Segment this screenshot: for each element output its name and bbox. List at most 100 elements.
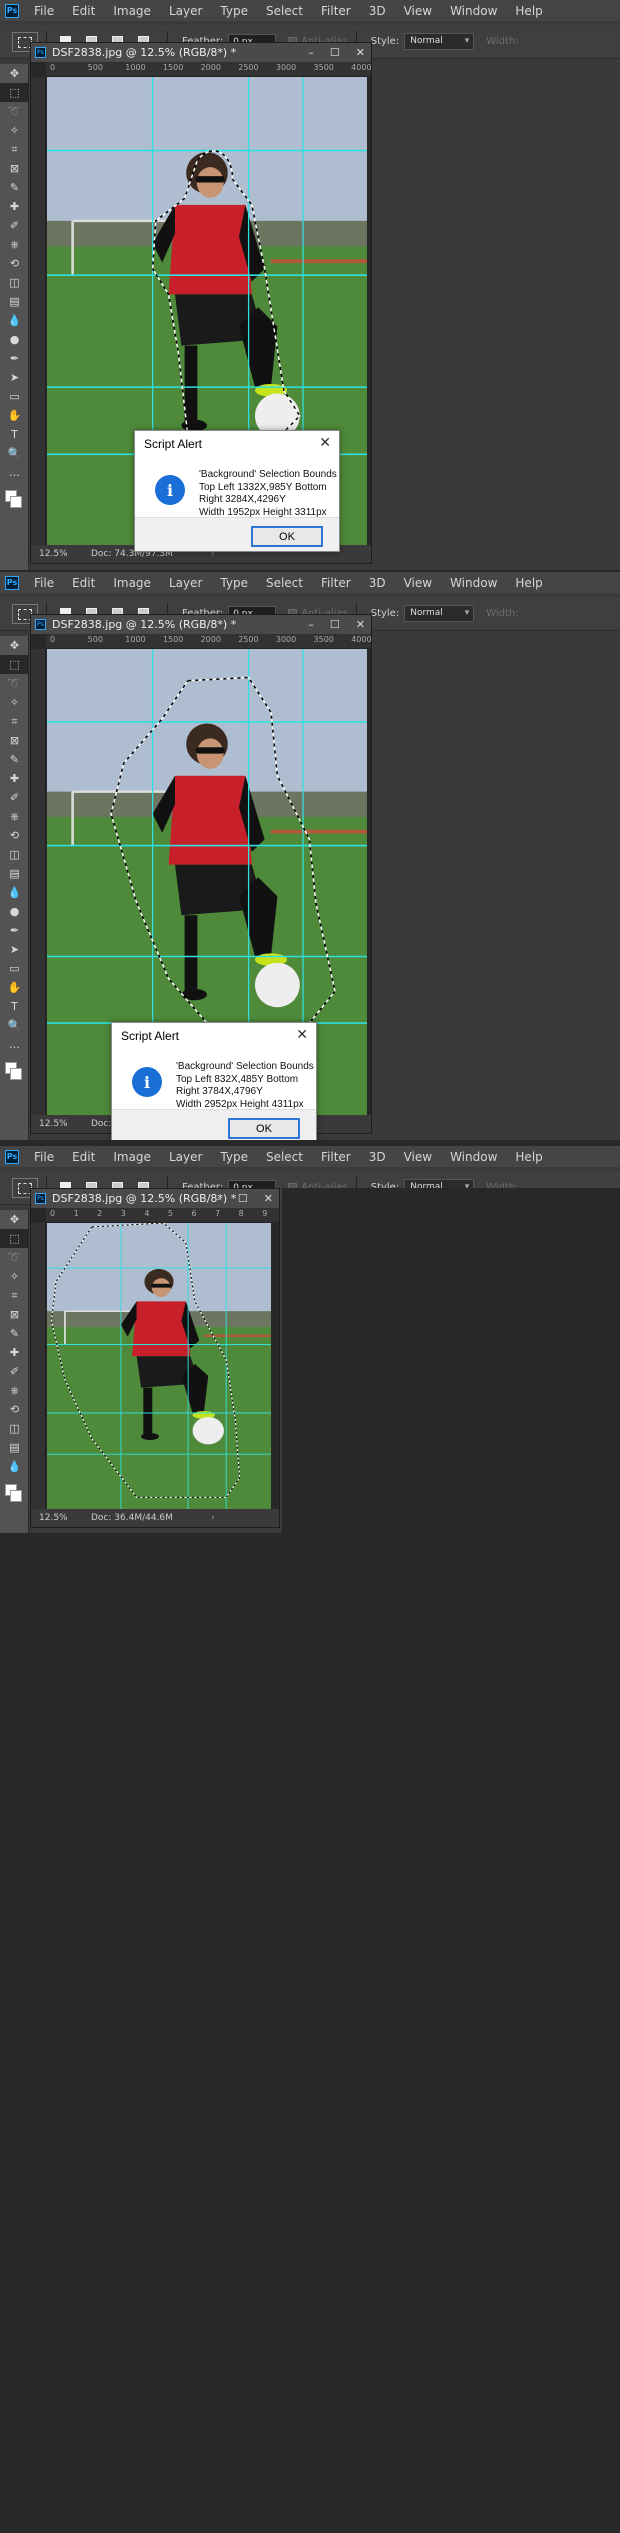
dodge-icon[interactable]: ● <box>0 330 29 349</box>
close-icon[interactable]: ✕ <box>319 434 331 451</box>
menu-edit[interactable]: Edit <box>63 1150 104 1164</box>
vertical-ruler[interactable] <box>31 1223 46 1511</box>
crop-icon[interactable]: ⌗ <box>0 1286 29 1305</box>
style-select[interactable]: Normal <box>404 605 475 622</box>
zoom-level[interactable]: 12.5% <box>31 1119 91 1129</box>
maximize-icon[interactable]: ☐ <box>330 618 340 631</box>
hand-icon[interactable]: ✋ <box>0 978 29 997</box>
path-select-icon[interactable]: ➤ <box>0 940 29 959</box>
minimize-icon[interactable]: – <box>308 618 314 631</box>
menu-3d[interactable]: 3D <box>360 576 395 590</box>
type-icon[interactable]: T <box>0 997 29 1016</box>
menu-type[interactable]: Type <box>211 1150 257 1164</box>
eyedropper-icon[interactable]: ✎ <box>0 1324 29 1343</box>
marquee-icon[interactable]: ⬚ <box>0 1229 29 1248</box>
zoom-level[interactable]: 12.5% <box>31 549 91 559</box>
menu-view[interactable]: View <box>395 576 441 590</box>
menu-image[interactable]: Image <box>104 4 160 18</box>
pen-icon[interactable]: ✒ <box>0 349 29 368</box>
zoom-icon[interactable]: 🔍 <box>0 444 29 463</box>
lasso-icon[interactable]: ➰ <box>0 674 29 693</box>
blur-icon[interactable]: 💧 <box>0 1457 29 1476</box>
menu-type[interactable]: Type <box>211 576 257 590</box>
shape-icon[interactable]: ▭ <box>0 959 29 978</box>
brush-icon[interactable]: ✐ <box>0 788 29 807</box>
crop-icon[interactable]: ⌗ <box>0 712 29 731</box>
menu-layer[interactable]: Layer <box>160 4 211 18</box>
lasso-icon[interactable]: ➰ <box>0 1248 29 1267</box>
horizontal-ruler[interactable]: 0 500 1000 1500 2000 2500 3000 3500 4000 <box>46 634 372 649</box>
healing-icon[interactable]: ✚ <box>0 769 29 788</box>
document-tab[interactable]: Ps DSF2838.jpg @ 12.5% (RGB/8*) * – ☐ ✕ <box>31 43 371 62</box>
zoom-icon[interactable]: 🔍 <box>0 1016 29 1035</box>
background-color-swatch[interactable] <box>10 496 22 508</box>
menu-view[interactable]: View <box>395 4 441 18</box>
menu-help[interactable]: Help <box>506 576 551 590</box>
document-tab[interactable]: Ps DSF2838.jpg @ 12.5% (RGB/8*) * – ☐ ✕ <box>31 615 371 634</box>
status-menu-chevron-icon[interactable]: › <box>211 1513 215 1523</box>
ok-button[interactable]: OK <box>228 1118 300 1139</box>
more-tools-icon[interactable]: … <box>0 1035 29 1054</box>
menu-window[interactable]: Window <box>441 4 506 18</box>
eraser-icon[interactable]: ◫ <box>0 273 29 292</box>
gradient-icon[interactable]: ▤ <box>0 864 29 883</box>
lasso-icon[interactable]: ➰ <box>0 102 29 121</box>
menu-help[interactable]: Help <box>506 1150 551 1164</box>
healing-icon[interactable]: ✚ <box>0 197 29 216</box>
menu-select[interactable]: Select <box>257 4 312 18</box>
more-tools-icon[interactable]: … <box>0 463 29 482</box>
brush-icon[interactable]: ✐ <box>0 1362 29 1381</box>
zoom-level[interactable]: 12.5% <box>31 1513 91 1523</box>
menu-layer[interactable]: Layer <box>160 1150 211 1164</box>
maximize-icon[interactable]: ☐ <box>238 1192 248 1205</box>
stamp-icon[interactable]: ⎈ <box>0 235 29 254</box>
magic-wand-icon[interactable]: ✧ <box>0 1267 29 1286</box>
photo-canvas[interactable] <box>47 1223 271 1511</box>
menu-window[interactable]: Window <box>441 576 506 590</box>
menu-select[interactable]: Select <box>257 1150 312 1164</box>
menu-edit[interactable]: Edit <box>63 4 104 18</box>
ok-button[interactable]: OK <box>251 526 323 547</box>
menu-image[interactable]: Image <box>104 1150 160 1164</box>
stamp-icon[interactable]: ⎈ <box>0 1381 29 1400</box>
crop-icon[interactable]: ⌗ <box>0 140 29 159</box>
history-brush-icon[interactable]: ⟲ <box>0 826 29 845</box>
vertical-ruler[interactable] <box>31 77 46 547</box>
healing-icon[interactable]: ✚ <box>0 1343 29 1362</box>
menu-filter[interactable]: Filter <box>312 576 360 590</box>
pen-icon[interactable]: ✒ <box>0 921 29 940</box>
menu-help[interactable]: Help <box>506 4 551 18</box>
background-color-swatch[interactable] <box>10 1068 22 1080</box>
vertical-ruler[interactable] <box>31 649 46 1117</box>
menu-type[interactable]: Type <box>211 4 257 18</box>
marquee-icon[interactable]: ⬚ <box>0 655 29 674</box>
menu-3d[interactable]: 3D <box>360 1150 395 1164</box>
eyedropper-icon[interactable]: ✎ <box>0 178 29 197</box>
close-icon[interactable]: ✕ <box>356 46 365 59</box>
document-tab[interactable]: Ps DSF2838.jpg @ 12.5% (RGB/8*) * – ☐ ✕ <box>31 1189 279 1208</box>
magic-wand-icon[interactable]: ✧ <box>0 693 29 712</box>
menu-3d[interactable]: 3D <box>360 4 395 18</box>
marquee-icon[interactable]: ⬚ <box>0 83 29 102</box>
move-icon[interactable]: ✥ <box>0 636 29 655</box>
menu-file[interactable]: File <box>25 4 63 18</box>
menu-edit[interactable]: Edit <box>63 576 104 590</box>
minimize-icon[interactable]: – <box>216 1192 222 1205</box>
stamp-icon[interactable]: ⎈ <box>0 807 29 826</box>
path-select-icon[interactable]: ➤ <box>0 368 29 387</box>
frame-icon[interactable]: ⊠ <box>0 159 29 178</box>
shape-icon[interactable]: ▭ <box>0 387 29 406</box>
dodge-icon[interactable]: ● <box>0 902 29 921</box>
history-brush-icon[interactable]: ⟲ <box>0 254 29 273</box>
move-icon[interactable]: ✥ <box>0 64 29 83</box>
eraser-icon[interactable]: ◫ <box>0 845 29 864</box>
eyedropper-icon[interactable]: ✎ <box>0 750 29 769</box>
magic-wand-icon[interactable]: ✧ <box>0 121 29 140</box>
menu-layer[interactable]: Layer <box>160 576 211 590</box>
frame-icon[interactable]: ⊠ <box>0 1305 29 1324</box>
background-color-swatch[interactable] <box>10 1490 22 1502</box>
menu-file[interactable]: File <box>25 1150 63 1164</box>
brush-icon[interactable]: ✐ <box>0 216 29 235</box>
frame-icon[interactable]: ⊠ <box>0 731 29 750</box>
menu-image[interactable]: Image <box>104 576 160 590</box>
